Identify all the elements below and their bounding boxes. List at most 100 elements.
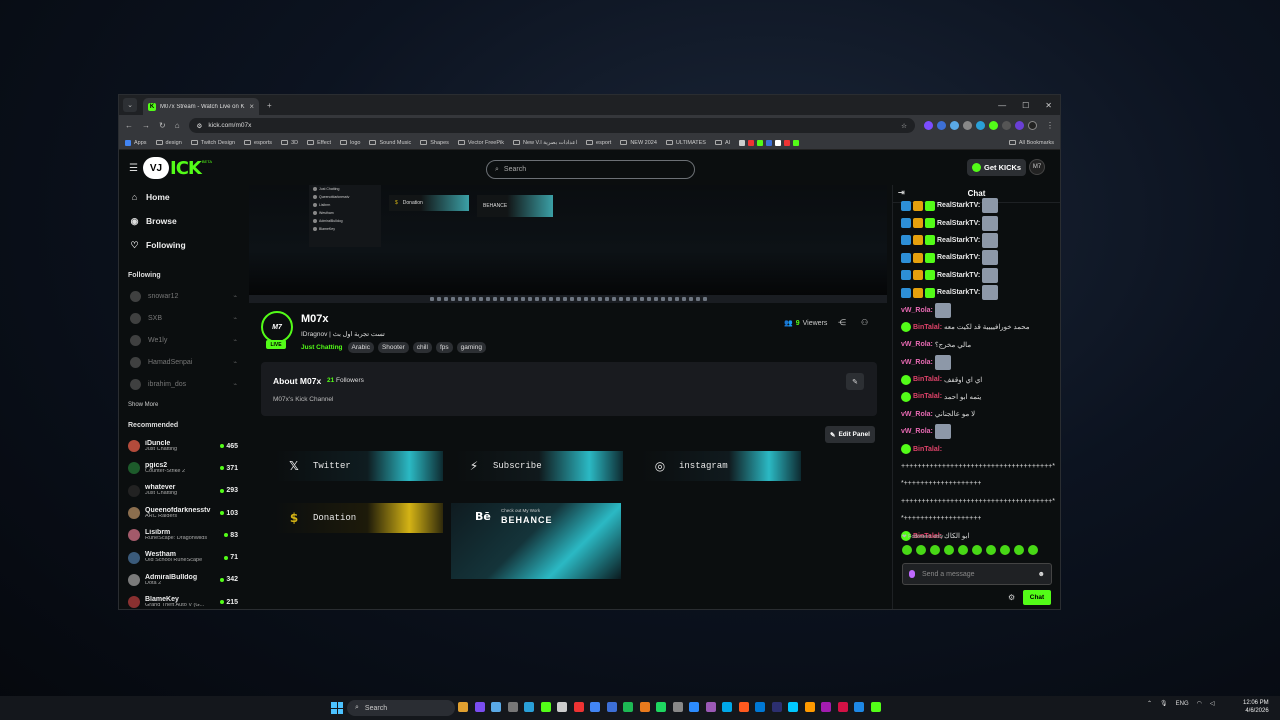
new-tab-button[interactable]: +: [267, 101, 272, 110]
taskbar-app-icon[interactable]: [738, 702, 749, 712]
chat-username[interactable]: vW_Rola:: [901, 307, 933, 314]
recommended-item[interactable]: iDuncle Just Chatting 465: [119, 435, 244, 457]
emoji-icon[interactable]: ☻: [1038, 571, 1045, 578]
emote-icon[interactable]: [1014, 545, 1024, 555]
recommended-item[interactable]: AdmiralBulldog Dota 2 342: [119, 569, 244, 591]
emote-icon[interactable]: [902, 545, 912, 555]
chat-username[interactable]: RealStarkTV:: [937, 237, 980, 244]
chat-message[interactable]: BinTalal: يتمه ابو احمد: [901, 388, 1057, 405]
windows-start-icon[interactable]: [331, 702, 343, 714]
profile-icon[interactable]: [1028, 121, 1037, 130]
back-button[interactable]: ←: [125, 121, 133, 130]
taskbar-app-icon[interactable]: [573, 702, 584, 712]
chat-message[interactable]: RealStarkTV:: [901, 267, 1057, 284]
search-input[interactable]: ⌕ Search: [486, 160, 695, 179]
following-item[interactable]: snowar12 ⌁: [119, 285, 244, 307]
taskbar-app-icon[interactable]: [854, 702, 864, 712]
send-chat-button[interactable]: Chat: [1023, 590, 1051, 605]
following-item[interactable]: We1ly ⌁: [119, 329, 244, 351]
taskbar-app-icon[interactable]: [639, 702, 650, 712]
chat-message[interactable]: BinTalal:: [901, 440, 1057, 457]
nav-home[interactable]: ⌂ Home: [119, 185, 244, 209]
emote-icon[interactable]: [916, 545, 926, 555]
recommended-item[interactable]: Lisibrm RuneScape: Dragonwilds 83: [119, 524, 244, 546]
all-bookmarks[interactable]: All Bookmarks: [1008, 140, 1054, 146]
show-more-button[interactable]: Show More: [119, 395, 244, 415]
following-item[interactable]: HamadSenpai ⌁: [119, 351, 244, 373]
twitter-panel[interactable]: 𝕏 Twitter: [275, 451, 443, 481]
chat-message[interactable]: +++++++++++++++++++++++++++++++++++++*: [901, 458, 1057, 475]
chat-input[interactable]: Send a message ☻: [902, 563, 1052, 585]
emote-icon[interactable]: [944, 545, 954, 555]
emote-icon[interactable]: [930, 545, 940, 555]
reload-button[interactable]: ↻: [159, 121, 166, 130]
recommended-item[interactable]: BlameKey Grand Theft Auto V (G... 215: [119, 591, 244, 609]
bookmark-folder[interactable]: AI: [714, 140, 730, 146]
extension-icon[interactable]: [950, 121, 959, 130]
minimize-button[interactable]: —: [998, 101, 1006, 110]
taskbar-app-icon[interactable]: [804, 702, 815, 712]
bookmark-folder[interactable]: esports: [244, 140, 272, 146]
lang-indicator[interactable]: ENG: [1176, 701, 1189, 707]
behance-panel[interactable]: Bē Check out My Work BEHANCE: [451, 503, 621, 579]
taskbar-app-icon[interactable]: [689, 702, 699, 712]
user-avatar[interactable]: M7: [1029, 159, 1045, 175]
menu-icon[interactable]: ☰: [129, 163, 138, 174]
taskbar-app-icon[interactable]: [771, 702, 782, 712]
chat-message[interactable]: RealStarkTV:: [901, 214, 1057, 231]
bookmark-star-icon[interactable]: ☆: [901, 122, 907, 130]
taskbar-app-icon[interactable]: [870, 702, 881, 712]
chat-username[interactable]: BinTalal:: [913, 393, 942, 400]
chat-message[interactable]: vW_Rola:: [901, 301, 1057, 318]
taskbar-app-icon[interactable]: [623, 702, 633, 712]
chat-message[interactable]: *+++++++++++++++++++: [901, 475, 1057, 492]
bookmark-folder[interactable]: New V.I اعدادات بصرية: [513, 140, 577, 146]
recommended-item[interactable]: whatever Just Chatting 293: [119, 480, 244, 502]
extension-icon[interactable]: [963, 121, 972, 130]
taskbar-app-icon[interactable]: [837, 702, 848, 712]
extension-icon[interactable]: [937, 121, 946, 130]
nav-browse[interactable]: ◉ Browse: [119, 209, 244, 233]
taskbar-app-icon[interactable]: [755, 702, 765, 712]
extension-icon[interactable]: [1002, 121, 1011, 130]
video-player[interactable]: Just Chatting Queenofdarknesstv Lisibrm Wes…: [249, 185, 887, 303]
extension-icon[interactable]: [976, 121, 985, 130]
chat-message[interactable]: BinTalal: اي اي اوقفف: [901, 371, 1057, 388]
clock[interactable]: 12:06 PM 4/6/2026: [1243, 699, 1269, 715]
tag[interactable]: gaming: [456, 342, 486, 353]
chevron-up-icon[interactable]: ⌃: [1147, 700, 1152, 707]
taskbar-app-icon[interactable]: [540, 702, 551, 712]
bookmark-folder[interactable]: Vector FreePik: [457, 140, 504, 146]
bookmark-apps[interactable]: Apps: [125, 139, 147, 146]
bookmark-folder[interactable]: Shapes: [420, 140, 449, 146]
edit-panel-button[interactable]: ✎ Edit Panel: [825, 426, 875, 443]
chat-message[interactable]: vW_Rola: مالي مخرج؟: [901, 336, 1057, 353]
chat-username[interactable]: RealStarkTV:: [937, 272, 980, 279]
chat-username[interactable]: vW_Rola:: [901, 428, 933, 435]
recommended-item[interactable]: Westham Old School RuneScape 71: [119, 546, 244, 568]
bookmark-folder[interactable]: esport: [586, 140, 611, 146]
maximize-button[interactable]: ☐: [1022, 101, 1029, 110]
taskbar-app-icon[interactable]: [524, 702, 534, 712]
volume-icon[interactable]: ◁: [1210, 700, 1215, 707]
tag[interactable]: Arabic: [347, 342, 374, 353]
emote-icon[interactable]: [958, 545, 968, 555]
site-info-icon[interactable]: ⚙: [197, 122, 203, 130]
taskbar-app-icon[interactable]: [705, 702, 716, 712]
taskbar-app-icon[interactable]: [590, 702, 600, 712]
following-item[interactable]: ibrahim_dos ⌁: [119, 373, 244, 395]
bookmark-folder[interactable]: ULTIMATES: [665, 140, 706, 146]
chat-username[interactable]: RealStarkTV:: [937, 202, 980, 209]
chat-username[interactable]: vW_Rola:: [901, 359, 933, 366]
chat-message[interactable]: vW_Rola: لا مو عالجناني: [901, 406, 1057, 423]
browser-tab[interactable]: K M07x Stream - Watch Live on K ×: [143, 98, 259, 115]
tab-search-button[interactable]: ⌄: [123, 98, 137, 112]
channel-name[interactable]: M07x: [301, 313, 329, 325]
taskbar-app-icon[interactable]: [821, 702, 831, 712]
chat-message[interactable]: +++++++++++++++++++++++++++++++++++++*: [901, 493, 1057, 510]
browser-menu-icon[interactable]: ⋮: [1046, 121, 1054, 130]
extension-icon[interactable]: [1015, 121, 1024, 130]
user-settings-icon[interactable]: ⚇: [861, 318, 868, 327]
taskbar-app-icon[interactable]: [491, 702, 501, 712]
taskbar-app-icon[interactable]: [656, 702, 666, 712]
